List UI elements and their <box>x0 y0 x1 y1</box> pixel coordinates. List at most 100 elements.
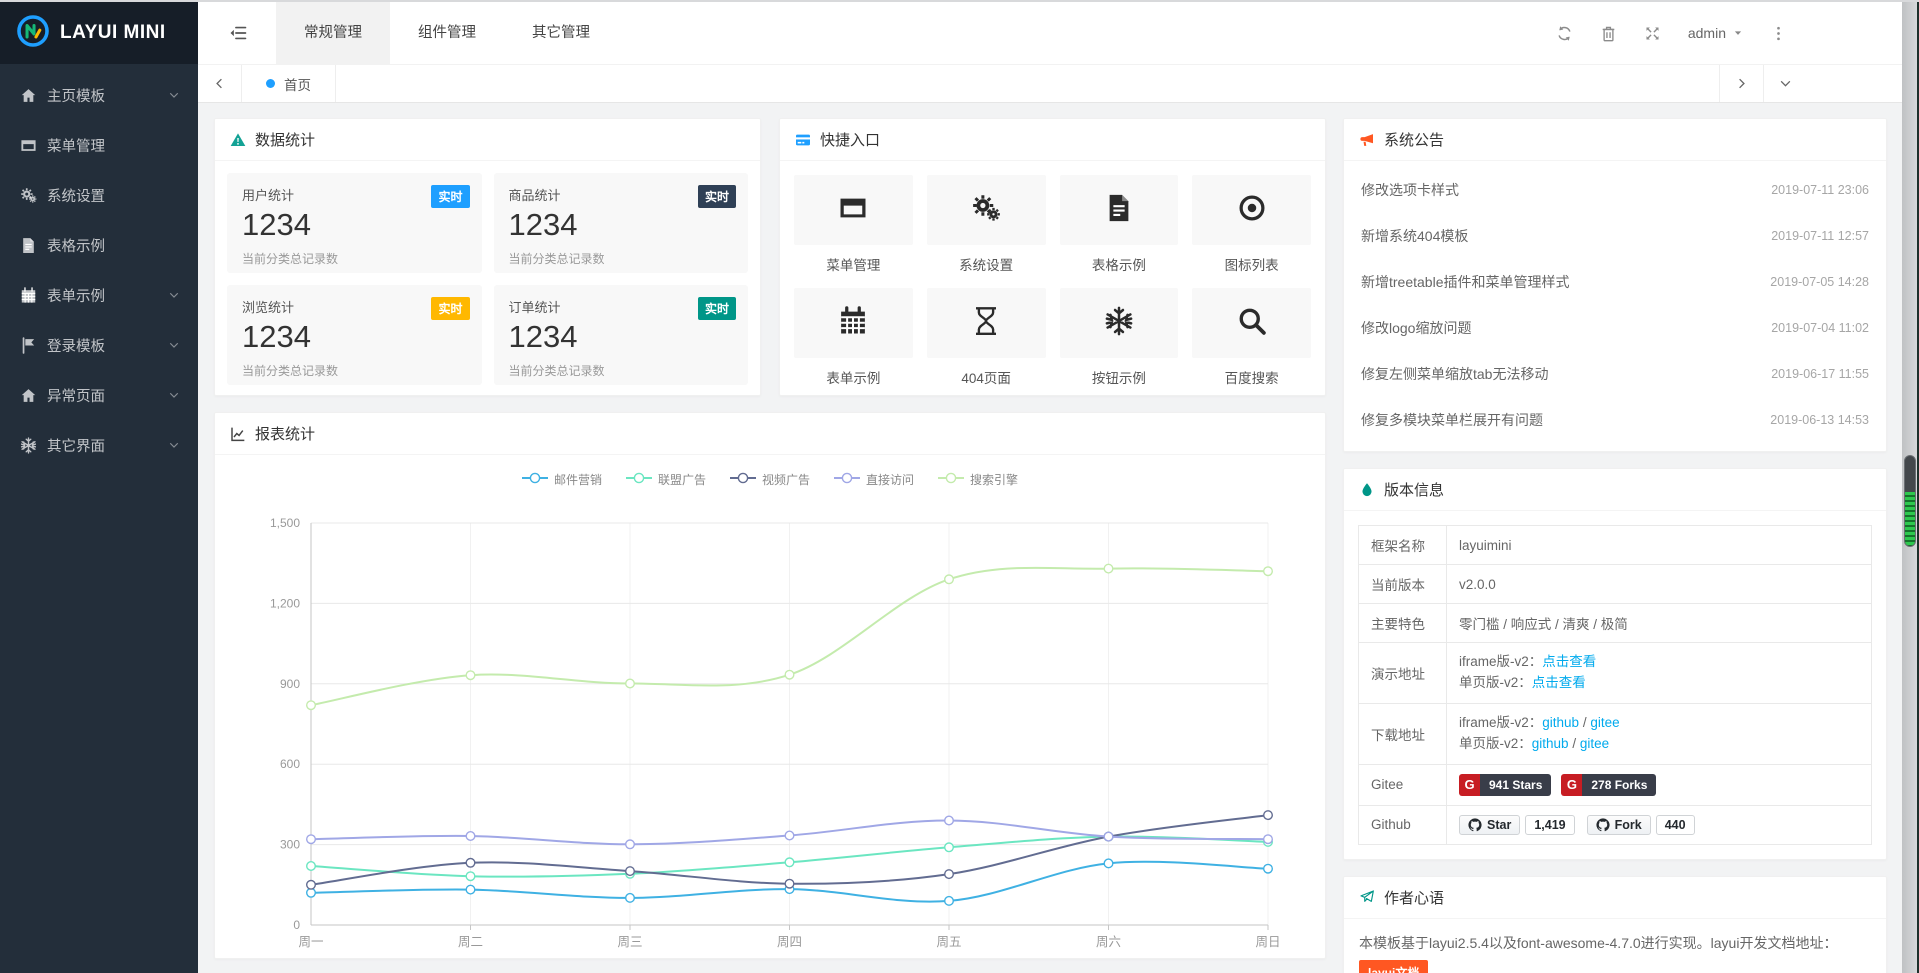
sidebar-item-label: 异常页面 <box>47 385 105 406</box>
version-link-github[interactable]: github <box>1532 736 1569 751</box>
version-link-点击查看[interactable]: 点击查看 <box>1542 654 1596 669</box>
more-menu-icon[interactable] <box>1770 25 1787 42</box>
sidebar-item-系统设置[interactable]: 系统设置 <box>0 170 198 220</box>
github-count[interactable]: 440 <box>1656 815 1695 835</box>
version-row-label: 演示地址 <box>1359 643 1447 704</box>
legend-item-直接访问[interactable]: 直接访问 <box>834 471 914 488</box>
droplet-icon <box>1359 482 1375 498</box>
quick-entry-label: 菜单管理 <box>794 254 913 274</box>
calendar-icon <box>20 287 37 304</box>
svg-text:周日: 周日 <box>1255 935 1280 949</box>
octocat-icon <box>1596 818 1610 832</box>
quick-entry-表单示例[interactable]: 表单示例 <box>794 288 913 387</box>
scrollbar-thumb[interactable] <box>1904 455 1916 547</box>
gitee-badge-text: 941 Stars <box>1480 774 1551 796</box>
sidebar-item-异常页面[interactable]: 异常页面 <box>0 370 198 420</box>
sidebar-item-label: 其它界面 <box>47 435 105 456</box>
quick-entry-按钮示例[interactable]: 按钮示例 <box>1060 288 1179 387</box>
sidebar-item-表格示例[interactable]: 表格示例 <box>0 220 198 270</box>
version-row-value: 零门槛 / 响应式 / 清爽 / 极简 <box>1447 604 1872 643</box>
announcement-row[interactable]: 修复多模块菜单栏展开有问题2019-06-13 14:53 <box>1359 397 1871 443</box>
sidebar-item-label: 系统设置 <box>47 185 105 206</box>
announcement-row[interactable]: 新增系统404模板2019-07-11 12:57 <box>1359 213 1871 259</box>
quick-entry-label: 按钮示例 <box>1060 367 1179 387</box>
legend-item-邮件营销[interactable]: 邮件营销 <box>522 471 602 488</box>
quick-entry-404页面[interactable]: 404页面 <box>927 288 1046 387</box>
legend-item-联盟广告[interactable]: 联盟广告 <box>626 471 706 488</box>
panel-title: 数据统计 <box>255 129 315 150</box>
tab-home[interactable]: 首页 <box>242 65 336 102</box>
version-link-line: 单页版-v2：点击查看 <box>1459 673 1859 694</box>
top-nav-tab-组件管理[interactable]: 组件管理 <box>390 2 504 64</box>
stat-card-value: 1234 <box>242 207 467 243</box>
sidebar-item-其它界面[interactable]: 其它界面 <box>0 420 198 470</box>
refresh-icon[interactable] <box>1556 25 1573 42</box>
chevron-down-icon <box>168 289 180 301</box>
legend-item-视频广告[interactable]: 视频广告 <box>730 471 810 488</box>
version-row-框架名称: 框架名称layuimini <box>1359 526 1872 565</box>
tab-scroll-right-icon[interactable] <box>1719 65 1763 102</box>
github-star-button[interactable]: Star <box>1459 815 1520 835</box>
line-chart-icon <box>230 426 246 442</box>
version-link-github[interactable]: github <box>1542 715 1579 730</box>
legend-label: 邮件营销 <box>554 471 602 488</box>
version-link-gitee[interactable]: gitee <box>1590 715 1619 730</box>
github-count[interactable]: 1,419 <box>1525 815 1574 835</box>
sidebar-item-label: 表单示例 <box>47 285 105 306</box>
announcement-row[interactable]: 新增treetable插件和菜单管理样式2019-07-05 14:28 <box>1359 259 1871 305</box>
quick-entry-系统设置[interactable]: 系统设置 <box>927 175 1046 274</box>
version-row-主要特色: 主要特色零门槛 / 响应式 / 清爽 / 极简 <box>1359 604 1872 643</box>
sidebar: LAYUI MINI 主页模板菜单管理系统设置表格示例表单示例登录模板异常页面其… <box>0 2 198 973</box>
sidebar-item-主页模板[interactable]: 主页模板 <box>0 70 198 120</box>
quick-entry-图标列表[interactable]: 图标列表 <box>1192 175 1311 274</box>
gitee-badge-941 Stars[interactable]: G941 Stars <box>1459 774 1551 796</box>
github-action-label: Star <box>1487 818 1511 832</box>
quick-entry-菜单管理[interactable]: 菜单管理 <box>794 175 913 274</box>
realtime-badge: 实时 <box>698 185 736 208</box>
version-row-下载地址: 下载地址iframe版-v2：github / gitee单页版-v2：gith… <box>1359 703 1872 764</box>
legend-item-搜索引擎[interactable]: 搜索引擎 <box>938 471 1018 488</box>
announcement-row[interactable]: 修复左侧菜单缩放tab无法移动2019-06-17 11:55 <box>1359 351 1871 397</box>
file-icon <box>20 237 37 254</box>
announcement-row[interactable]: 修改logo缩放问题2019-07-04 11:02 <box>1359 305 1871 351</box>
legend-marker-icon <box>626 472 652 487</box>
warning-triangle-icon <box>230 132 246 148</box>
github-widget-Fork: Fork440 <box>1587 815 1695 835</box>
chevron-down-icon <box>168 439 180 451</box>
version-link-line: iframe版-v2：点击查看 <box>1459 652 1859 673</box>
quick-entry-表格示例[interactable]: 表格示例 <box>1060 175 1179 274</box>
gitee-badge-278 Forks[interactable]: G278 Forks <box>1561 774 1656 796</box>
tab-menu-dropdown-icon[interactable] <box>1763 65 1807 102</box>
top-nav-tab-其它管理[interactable]: 其它管理 <box>504 2 618 64</box>
file-icon <box>1104 193 1134 228</box>
github-fork-button[interactable]: Fork <box>1587 815 1651 835</box>
legend-label: 搜索引擎 <box>970 471 1018 488</box>
user-menu[interactable]: admin <box>1688 25 1743 41</box>
layui-doc-badge[interactable]: layui文档 <box>1359 960 1428 973</box>
tab-scroll-left-icon[interactable] <box>198 65 242 102</box>
top-nav-tab-常规管理[interactable]: 常规管理 <box>276 2 390 64</box>
announcement-title: 修改logo缩放问题 <box>1361 318 1471 338</box>
octocat-icon <box>1468 818 1482 832</box>
version-link-gitee[interactable]: gitee <box>1580 736 1609 751</box>
calendar-icon <box>838 306 868 341</box>
sidebar-item-label: 登录模板 <box>47 335 105 356</box>
quick-entry-label: 表格示例 <box>1060 254 1179 274</box>
sidebar-item-表单示例[interactable]: 表单示例 <box>0 270 198 320</box>
sidebar-item-菜单管理[interactable]: 菜单管理 <box>0 120 198 170</box>
version-row-value: layuimini <box>1447 526 1872 565</box>
announcement-row[interactable]: 修改选项卡样式2019-07-11 23:06 <box>1359 167 1871 213</box>
sidebar-menu: 主页模板菜单管理系统设置表格示例表单示例登录模板异常页面其它界面 <box>0 64 198 470</box>
legend-marker-icon <box>522 472 548 487</box>
sidebar-collapse-icon[interactable] <box>228 23 248 43</box>
sidebar-item-登录模板[interactable]: 登录模板 <box>0 320 198 370</box>
version-link-点击查看[interactable]: 点击查看 <box>1532 675 1586 690</box>
app-logo[interactable]: LAYUI MINI <box>0 2 198 64</box>
stat-card-desc: 当前分类总记录数 <box>242 362 467 379</box>
sidebar-item-label: 主页模板 <box>47 85 105 106</box>
trash-icon[interactable] <box>1600 25 1617 42</box>
snowflake-icon <box>20 437 37 454</box>
quick-entry-百度搜索[interactable]: 百度搜索 <box>1192 288 1311 387</box>
fullscreen-icon[interactable] <box>1644 25 1661 42</box>
stat-card-desc: 当前分类总记录数 <box>509 362 734 379</box>
